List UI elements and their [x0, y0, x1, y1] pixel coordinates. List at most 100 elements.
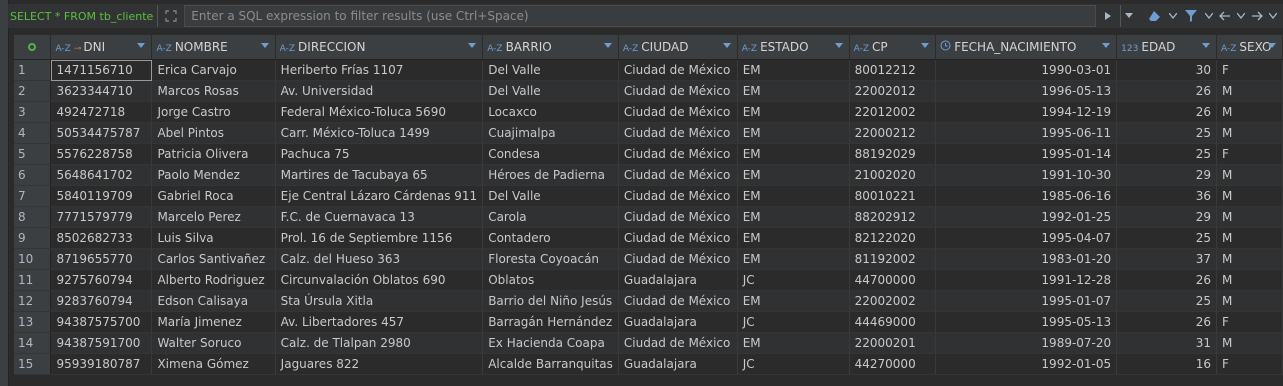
cell-edad[interactable]: 37: [1116, 248, 1218, 270]
cell-fecha_nacimiento[interactable]: 1995-01-07: [935, 290, 1118, 312]
cell-dni[interactable]: 94387575700: [50, 311, 153, 333]
cell-direccion[interactable]: Federal México-Toluca 5690: [275, 101, 484, 123]
table-row[interactable]: 11 9275760794 Alberto Rodriguez Circunvalac…: [14, 269, 1283, 291]
cell-ciudad[interactable]: Guadalajara: [618, 269, 738, 291]
cell-estado[interactable]: EM: [737, 227, 850, 249]
column-header-dni[interactable]: A-Z ⊸ DNI: [50, 35, 153, 60]
column-header-estado[interactable]: A-Z ESTADO: [737, 35, 850, 60]
row-number[interactable]: 1: [14, 59, 52, 81]
cell-sexo[interactable]: M: [1216, 122, 1283, 144]
execute-filter-icon[interactable]: [1096, 5, 1120, 27]
cell-sexo[interactable]: M: [1216, 227, 1283, 249]
cell-nombre[interactable]: Patricia Olivera: [151, 143, 276, 165]
cell-fecha_nacimiento[interactable]: 1995-06-11: [935, 122, 1118, 144]
cell-estado[interactable]: JC: [737, 353, 850, 375]
back-arrow-icon[interactable]: [1215, 5, 1235, 27]
column-menu-icon[interactable]: [1102, 43, 1111, 48]
cell-fecha_nacimiento[interactable]: 1992-01-05: [935, 353, 1118, 375]
table-row[interactable]: 6 5648641702 Paolo Mendez Martires de Tacub…: [14, 164, 1283, 186]
cell-cp[interactable]: 44270000: [849, 353, 937, 375]
table-row[interactable]: 10 8719655770 Carlos Santivañez Calz. del H…: [14, 248, 1283, 270]
column-header-nombre[interactable]: A-Z NOMBRE: [151, 35, 276, 60]
cell-sexo[interactable]: M: [1216, 206, 1283, 228]
cell-barrio[interactable]: Barragán Hernández: [482, 311, 619, 333]
cell-sexo[interactable]: F: [1216, 311, 1283, 333]
cell-direccion[interactable]: Av. Universidad: [275, 80, 484, 102]
column-header-direccion[interactable]: A-Z DIRECCION: [275, 35, 484, 60]
row-number[interactable]: 6: [14, 164, 52, 186]
row-number[interactable]: 11: [14, 269, 52, 291]
chevron-down-icon[interactable]: [1203, 5, 1215, 27]
cell-fecha_nacimiento[interactable]: 1995-04-07: [935, 227, 1118, 249]
table-row[interactable]: 13 94387575700 María Jimenez Av. Libertador…: [14, 311, 1283, 333]
cell-ciudad[interactable]: Guadalajara: [618, 353, 738, 375]
cell-cp[interactable]: 88202912: [849, 206, 937, 228]
cell-edad[interactable]: 30: [1116, 59, 1218, 81]
cell-estado[interactable]: EM: [737, 248, 850, 270]
cell-direccion[interactable]: F.C. de Cuernavaca 13: [275, 206, 484, 228]
cell-nombre[interactable]: Carlos Santivañez: [151, 248, 276, 270]
cell-edad[interactable]: 25: [1116, 290, 1218, 312]
cell-fecha_nacimiento[interactable]: 1991-12-28: [935, 269, 1118, 291]
cell-barrio[interactable]: Héroes de Padierna: [482, 164, 619, 186]
cell-ciudad[interactable]: Ciudad de México: [618, 185, 738, 207]
chevron-down-icon[interactable]: [1167, 5, 1179, 27]
cell-sexo[interactable]: M: [1216, 332, 1283, 354]
cell-estado[interactable]: EM: [737, 290, 850, 312]
cell-ciudad[interactable]: Ciudad de México: [618, 101, 738, 123]
column-menu-icon[interactable]: [722, 43, 731, 48]
cell-ciudad[interactable]: Ciudad de México: [618, 332, 738, 354]
column-menu-icon[interactable]: [468, 43, 477, 48]
cell-dni[interactable]: 50534475787: [50, 122, 153, 144]
cell-dni[interactable]: 1471156710: [50, 59, 153, 81]
row-number[interactable]: 14: [14, 332, 52, 354]
cell-fecha_nacimiento[interactable]: 1996-05-13: [935, 80, 1118, 102]
cell-ciudad[interactable]: Ciudad de México: [618, 248, 738, 270]
cell-fecha_nacimiento[interactable]: 1994-12-19: [935, 101, 1118, 123]
cell-dni[interactable]: 94387591700: [50, 332, 153, 354]
cell-direccion[interactable]: Eje Central Lázaro Cárdenas 911: [275, 185, 484, 207]
cell-dni[interactable]: 95939180787: [50, 353, 153, 375]
table-row[interactable]: 1 1471156710 Erica Carvajo Heriberto Frías …: [14, 59, 1283, 81]
cell-cp[interactable]: 22000212: [849, 122, 937, 144]
cell-direccion[interactable]: Calz. de Tlalpan 2980: [275, 332, 484, 354]
cell-direccion[interactable]: Calz. del Hueso 363: [275, 248, 484, 270]
cell-fecha_nacimiento[interactable]: 1995-05-13: [935, 311, 1118, 333]
cell-dni[interactable]: 5840119709: [50, 185, 153, 207]
chevron-down-icon[interactable]: [1235, 5, 1247, 27]
column-header-cp[interactable]: A-Z CP: [849, 35, 937, 60]
cell-estado[interactable]: JC: [737, 269, 850, 291]
cell-barrio[interactable]: Ex Hacienda Coapa: [482, 332, 619, 354]
cell-nombre[interactable]: Paolo Mendez: [151, 164, 276, 186]
cell-ciudad[interactable]: Ciudad de México: [618, 80, 738, 102]
cell-fecha_nacimiento[interactable]: 1983-01-20: [935, 248, 1118, 270]
cell-fecha_nacimiento[interactable]: 1991-10-30: [935, 164, 1118, 186]
cell-direccion[interactable]: Circunvalación Oblatos 690: [275, 269, 484, 291]
table-row[interactable]: 8 7771579779 Marcelo Perez F.C. de Cuernava…: [14, 206, 1283, 228]
cell-barrio[interactable]: Del Valle: [482, 185, 619, 207]
cell-barrio[interactable]: Contadero: [482, 227, 619, 249]
cell-sexo[interactable]: M: [1216, 248, 1283, 270]
cell-ciudad[interactable]: Guadalajara: [618, 311, 738, 333]
cell-ciudad[interactable]: Ciudad de México: [618, 164, 738, 186]
cell-edad[interactable]: 29: [1116, 164, 1218, 186]
row-number[interactable]: 15: [14, 353, 52, 375]
cell-edad[interactable]: 26: [1116, 101, 1218, 123]
cell-barrio[interactable]: Barrio del Niño Jesús: [482, 290, 619, 312]
cell-dni[interactable]: 9283760794: [50, 290, 153, 312]
cell-ciudad[interactable]: Ciudad de México: [618, 290, 738, 312]
cell-direccion[interactable]: Prol. 16 de Septiembre 1156: [275, 227, 484, 249]
table-row[interactable]: 12 9283760794 Edson Calisaya Sta Úrsula Xit…: [14, 290, 1283, 312]
cell-direccion[interactable]: Pachuca 75: [275, 143, 484, 165]
column-menu-icon[interactable]: [921, 43, 930, 48]
cell-edad[interactable]: 26: [1116, 269, 1218, 291]
cell-edad[interactable]: 26: [1116, 80, 1218, 102]
table-row[interactable]: 5 5576228758 Patricia Olivera Pachuca 75 Con…: [14, 143, 1283, 165]
cell-ciudad[interactable]: Ciudad de México: [618, 59, 738, 81]
cell-estado[interactable]: EM: [737, 143, 850, 165]
cell-barrio[interactable]: Carola: [482, 206, 619, 228]
cell-dni[interactable]: 5648641702: [50, 164, 153, 186]
cell-nombre[interactable]: Edson Calisaya: [151, 290, 276, 312]
row-number[interactable]: 8: [14, 206, 52, 228]
sql-query-label[interactable]: SELECT * FROM tb_cliente: [8, 5, 159, 27]
